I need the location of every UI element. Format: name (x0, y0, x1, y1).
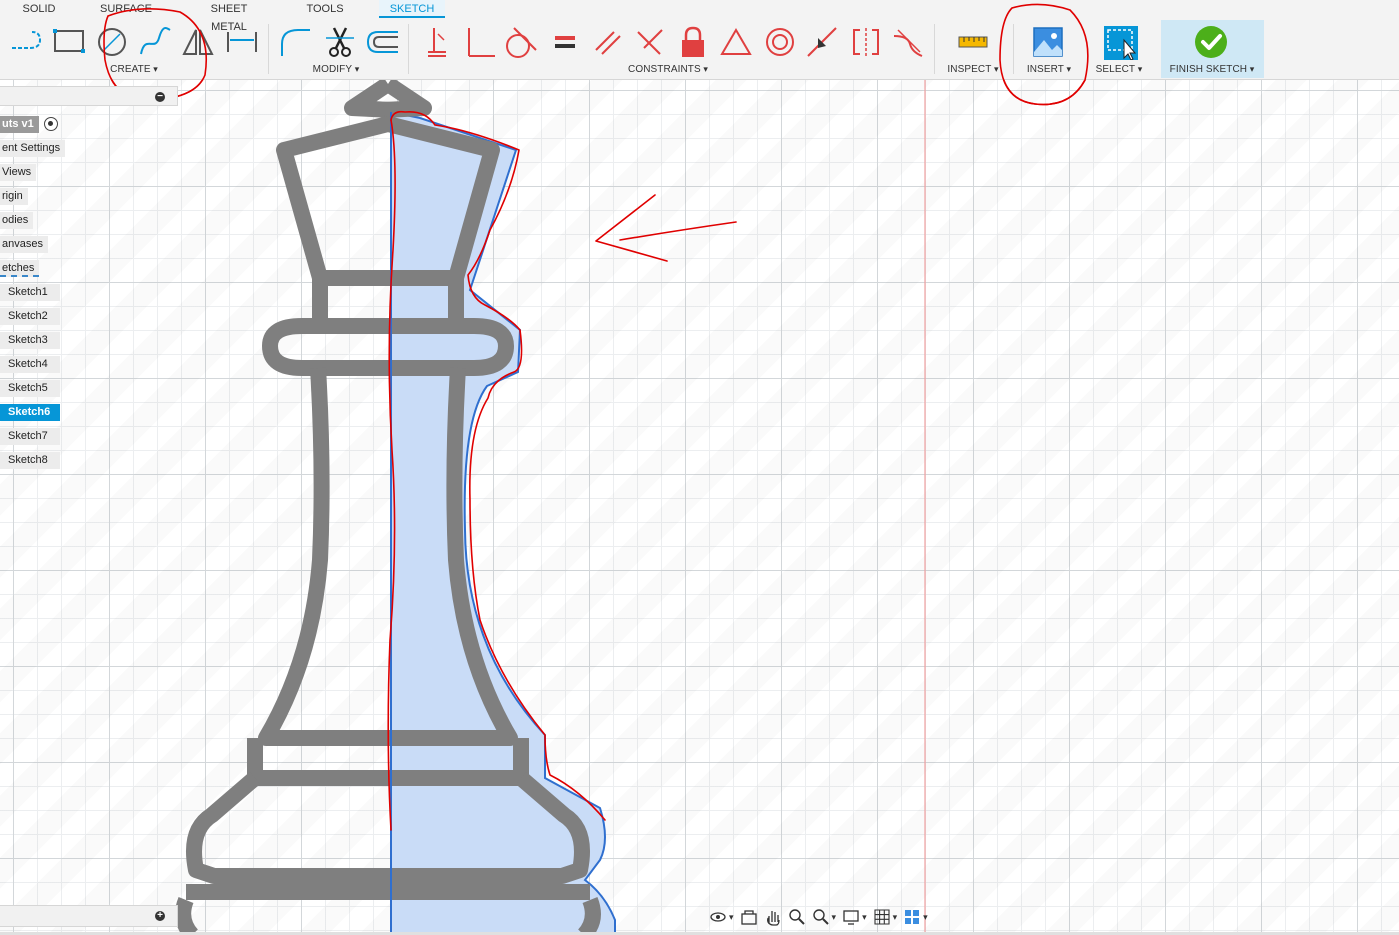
fix-lock-icon[interactable] (675, 24, 711, 60)
tab-tools[interactable]: TOOLS (304, 0, 346, 18)
toolbar-divider (268, 24, 269, 74)
fillet-tool-icon[interactable] (278, 24, 314, 60)
expand-icon[interactable]: + (155, 911, 165, 921)
midpoint-triangle-icon[interactable] (718, 24, 754, 60)
look-at-icon[interactable] (740, 907, 758, 927)
sketch-item[interactable]: Sketch4 (0, 356, 60, 373)
coincident-perpendicular-icon[interactable] (461, 24, 497, 60)
rectangle-tool-icon[interactable] (51, 24, 87, 60)
orbit-icon[interactable]: ▾ (709, 907, 734, 927)
browser-header: − (0, 86, 178, 106)
mirror-tool-icon[interactable] (180, 24, 216, 60)
toolbar-divider (408, 24, 409, 74)
sketch-item[interactable]: Sketch1 (0, 284, 60, 301)
modify-menu[interactable]: MODIFY (313, 64, 360, 75)
select-menu[interactable]: SELECT (1096, 64, 1143, 75)
sketch-toolbar: SOLID SURFACE SHEET METAL TOOLS SKETCH C… (0, 0, 1399, 80)
activate-component-icon[interactable] (44, 117, 58, 131)
zoom-icon[interactable] (788, 907, 806, 927)
spline-tool-icon[interactable] (137, 24, 173, 60)
inspect-menu[interactable]: INSPECT (947, 64, 998, 75)
browser-item-sketches[interactable]: etches (0, 260, 40, 277)
equal-constraint-icon[interactable] (547, 24, 583, 60)
insert-image-icon[interactable] (1030, 24, 1066, 60)
sketch-item[interactable]: Sketch3 (0, 332, 60, 349)
tab-solid[interactable]: SOLID (18, 0, 60, 18)
tab-sketch[interactable]: SKETCH (379, 0, 445, 18)
browser-item-document-settings[interactable]: ent Settings (0, 140, 66, 157)
finish-check-icon[interactable] (1193, 24, 1229, 60)
parallel-constraint-icon[interactable] (590, 24, 626, 60)
sketch-item[interactable]: Sketch2 (0, 308, 60, 325)
sketch-item-selected[interactable]: Sketch6 (0, 404, 60, 421)
create-menu[interactable]: CREATE (110, 64, 158, 75)
concentric-constraint-icon[interactable] (762, 24, 798, 60)
browser-item-origin[interactable]: rigin (0, 188, 28, 205)
toolbar-divider (934, 24, 935, 74)
browser-item-named-views[interactable]: Views (0, 164, 37, 181)
horizontal-vertical-constraint-icon[interactable] (418, 24, 454, 60)
offset-tool-icon[interactable] (364, 24, 400, 60)
collapse-icon[interactable]: − (155, 92, 165, 102)
sketch-dimension-icon[interactable] (224, 24, 260, 60)
browser-item-canvases[interactable]: anvases (0, 236, 48, 253)
curvature-constraint-icon[interactable] (890, 24, 926, 60)
line-tool-icon[interactable] (8, 24, 44, 60)
symmetry-constraint-icon[interactable] (848, 24, 884, 60)
tangent-constraint-icon[interactable] (502, 24, 538, 60)
tab-sheet-metal[interactable]: SHEET METAL (192, 0, 266, 33)
collinear-constraint-icon[interactable] (804, 24, 840, 60)
sketch-item[interactable]: Sketch8 (0, 452, 60, 469)
browser-root[interactable]: uts v1 (0, 116, 39, 133)
perpendicular-constraint-icon[interactable] (632, 24, 668, 60)
select-window-icon[interactable] (1102, 24, 1138, 60)
sketch-item[interactable]: Sketch5 (0, 380, 60, 397)
display-settings-icon[interactable]: ▾ (842, 907, 867, 927)
zoom-window-icon[interactable]: ▾ (812, 907, 836, 927)
trim-scissors-icon[interactable] (322, 24, 358, 60)
measure-ruler-icon[interactable] (955, 24, 991, 60)
pan-icon[interactable] (764, 907, 782, 927)
workspace-tabs: SOLID SURFACE SHEET METAL TOOLS SKETCH (0, 0, 1399, 33)
finish-sketch-menu[interactable]: FINISH SKETCH (1170, 64, 1255, 75)
tab-surface[interactable]: SURFACE (98, 0, 154, 18)
sketch-canvas[interactable] (0, 80, 1399, 932)
sketch-item[interactable]: Sketch7 (0, 428, 60, 445)
circle-tool-icon[interactable] (94, 24, 130, 60)
constraints-menu[interactable]: CONSTRAINTS (628, 64, 708, 75)
grid-settings-icon[interactable]: ▾ (873, 907, 897, 927)
toolbar-divider (1013, 24, 1014, 74)
comments-panel: + (0, 905, 178, 927)
navigation-bar: ▾ ▾ ▾ ▾ ▾ (705, 905, 957, 929)
browser-item-bodies[interactable]: odies (0, 212, 34, 229)
insert-menu[interactable]: INSERT (1027, 64, 1071, 75)
viewports-icon[interactable]: ▾ (903, 907, 928, 927)
